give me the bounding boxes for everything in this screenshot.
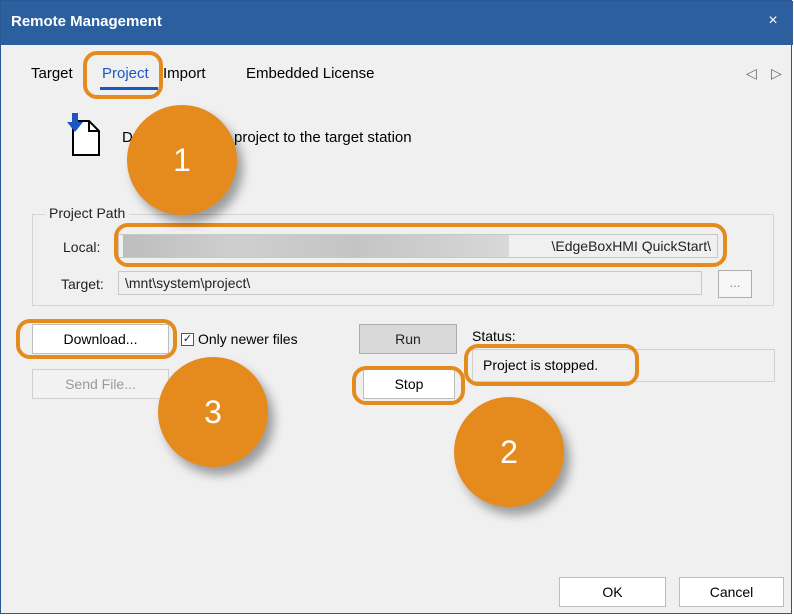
remote-management-dialog: Remote Management × Target Project Impor… bbox=[0, 0, 793, 614]
title-bar: Remote Management × bbox=[1, 1, 793, 45]
local-path-value: \EdgeBoxHMI QuickStart\ bbox=[551, 238, 711, 254]
project-path-title: Project Path bbox=[45, 205, 130, 221]
tab-embedded-license[interactable]: Embedded License bbox=[246, 65, 374, 82]
tab-target[interactable]: Target bbox=[31, 65, 73, 82]
status-label: Status: bbox=[472, 328, 516, 344]
tab-project[interactable]: Project bbox=[102, 65, 149, 82]
target-label: Target: bbox=[61, 276, 104, 292]
status-value: Project is stopped. bbox=[483, 357, 599, 373]
callout-badge-1: 1 bbox=[127, 105, 237, 215]
send-file-button[interactable]: Send File... bbox=[32, 369, 169, 399]
tab-import[interactable]: Import bbox=[163, 65, 206, 82]
download-document-icon bbox=[67, 113, 100, 156]
only-newer-checkbox[interactable]: ✓ bbox=[181, 333, 194, 346]
status-field: Project is stopped. bbox=[472, 349, 775, 382]
active-tab-indicator bbox=[100, 87, 158, 90]
tab-scroll-right-icon[interactable]: ▷ bbox=[771, 65, 782, 82]
stop-button[interactable]: Stop bbox=[363, 369, 455, 399]
callout-badge-2: 2 bbox=[454, 397, 564, 507]
redacted-path-segment bbox=[123, 235, 509, 257]
run-button[interactable]: Run bbox=[359, 324, 457, 354]
only-newer-label: Only newer files bbox=[198, 331, 298, 347]
cancel-button[interactable]: Cancel bbox=[679, 577, 784, 607]
browse-button[interactable]: ... bbox=[718, 270, 752, 298]
target-path-value: \mnt\system\project\ bbox=[125, 275, 251, 291]
heading-text: project to the target station bbox=[234, 129, 412, 146]
download-button[interactable]: Download... bbox=[32, 324, 169, 354]
window-title: Remote Management bbox=[11, 13, 162, 30]
ok-button[interactable]: OK bbox=[559, 577, 666, 607]
local-label: Local: bbox=[63, 239, 101, 255]
tab-scroll-left-icon[interactable]: ◁ bbox=[746, 65, 757, 82]
close-icon[interactable]: × bbox=[753, 1, 793, 41]
target-path-field[interactable]: \mnt\system\project\ bbox=[118, 271, 702, 295]
callout-badge-3: 3 bbox=[158, 357, 268, 467]
